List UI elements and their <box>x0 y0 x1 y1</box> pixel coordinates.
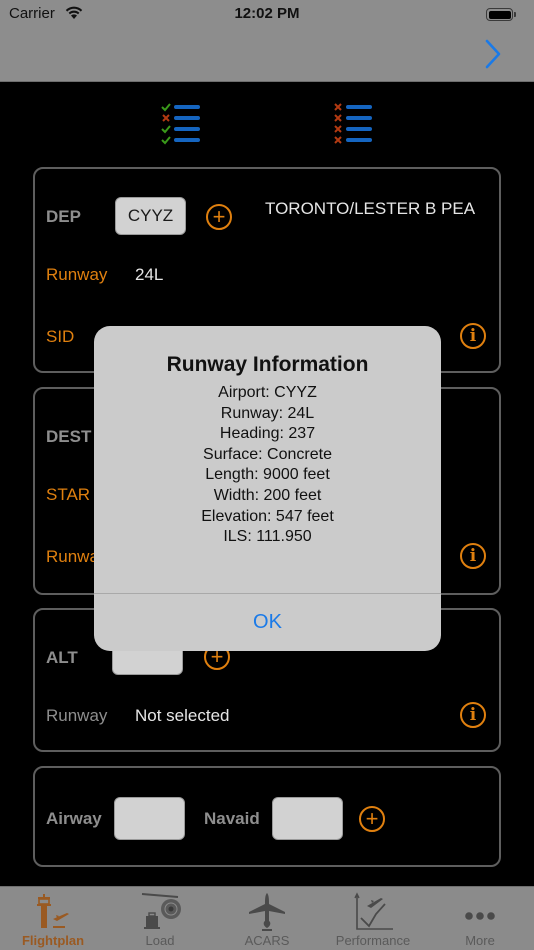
control-tower-departure-icon <box>37 894 69 928</box>
tab-acars[interactable]: ACARS <box>214 887 320 950</box>
tab-bar: Flightplan Load ACARS Performance More <box>0 886 534 950</box>
alert-message: Airport: CYYZ Runway: 24L Heading: 237 S… <box>94 383 441 548</box>
runway-info-alert: Runway Information Airport: CYYZ Runway:… <box>94 326 441 651</box>
alert-line-ils: ILS: 111.950 <box>223 528 312 546</box>
route-card: Airway Navaid + <box>33 766 501 867</box>
more-dots-icon <box>465 912 495 920</box>
dep-runway-label[interactable]: Runway <box>46 265 107 285</box>
tab-label: Load <box>145 933 175 948</box>
alt-runway-value: Not selected <box>135 706 230 725</box>
plus-icon: + <box>365 806 379 831</box>
info-icon: i <box>469 546 477 566</box>
alert-line-airport: Airport: CYYZ <box>218 384 317 401</box>
navigation-bar <box>0 28 534 82</box>
dep-label: DEP <box>46 207 81 226</box>
dep-airport-field[interactable]: CYYZ <box>115 197 186 235</box>
airplane-icon <box>249 893 285 931</box>
alert-line-elevation: Elevation: 547 feet <box>201 507 334 525</box>
tab-label: Performance <box>335 933 411 948</box>
checklist-cleared-icon[interactable] <box>332 102 374 146</box>
tab-load[interactable]: Load <box>107 887 213 950</box>
dep-airport-name: TORONTO/LESTER B PEA <box>265 199 476 218</box>
info-icon: i <box>469 705 477 725</box>
navaid-label: Navaid <box>204 809 260 828</box>
alert-line-runway: Runway: 24L <box>220 404 315 422</box>
chevron-right-icon[interactable] <box>480 38 506 70</box>
dep-add-button[interactable]: + <box>206 204 232 230</box>
tab-performance[interactable]: Performance <box>320 887 426 950</box>
alert-line-width: Width: 200 feet <box>213 486 322 504</box>
info-icon: i <box>469 326 477 346</box>
tab-more[interactable]: More <box>427 887 533 950</box>
battery-icon <box>486 8 516 21</box>
clock: 12:02 PM <box>234 5 300 22</box>
alt-label: ALT <box>46 648 78 667</box>
plus-icon: + <box>212 204 226 229</box>
status-bar: Carrier 12:02 PM <box>0 0 534 28</box>
alt-info-button[interactable]: i <box>460 702 486 728</box>
alert-line-length: Length: 9000 feet <box>205 466 330 484</box>
alt-runway-label[interactable]: Runway <box>46 706 107 726</box>
star-label[interactable]: STAR <box>46 485 90 505</box>
sid-label[interactable]: SID <box>46 327 74 347</box>
tab-flightplan[interactable]: Flightplan <box>0 887 106 950</box>
dep-runway-value: 24L <box>135 265 164 284</box>
alert-line-heading: Heading: 237 <box>219 425 316 443</box>
tab-label: Flightplan <box>21 933 85 948</box>
navaid-field[interactable] <box>272 797 343 840</box>
performance-chart-icon <box>354 892 393 930</box>
route-add-button[interactable]: + <box>359 806 385 832</box>
ok-button[interactable]: OK <box>94 594 441 651</box>
alert-title: Runway Information <box>166 353 369 376</box>
baggage-engine-icon <box>141 893 181 929</box>
alert-line-surface: Surface: Concrete <box>203 445 332 463</box>
airway-field[interactable] <box>114 797 185 840</box>
tab-label: ACARS <box>244 933 290 948</box>
checklist-partial-icon[interactable] <box>160 102 202 146</box>
airway-label: Airway <box>46 809 102 828</box>
tab-label: More <box>465 933 495 948</box>
dest-info-button[interactable]: i <box>460 543 486 569</box>
dep-info-button[interactable]: i <box>460 323 486 349</box>
dest-label: DEST <box>46 427 92 446</box>
